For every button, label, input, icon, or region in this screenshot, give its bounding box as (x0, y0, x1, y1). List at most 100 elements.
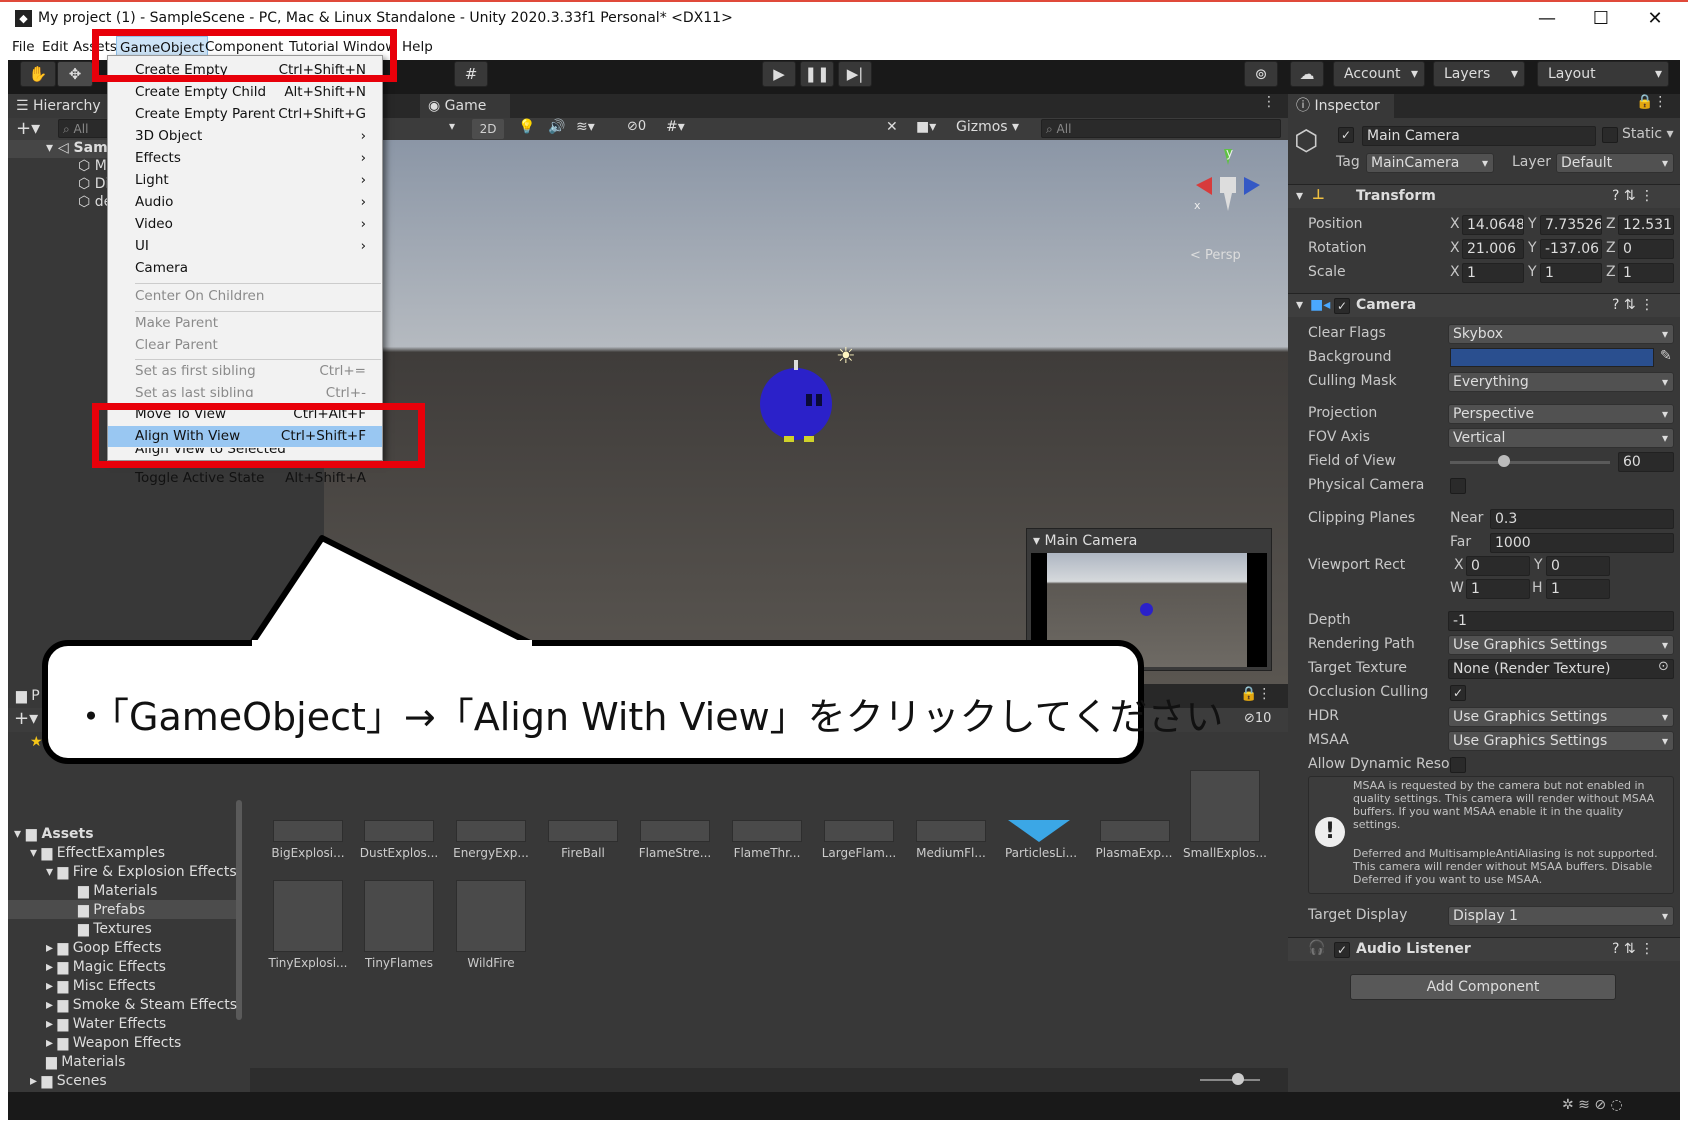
tree-item-misc-effects[interactable]: ▸ ▆ Misc Effects (46, 978, 156, 994)
rotation-x-field[interactable]: 21.006 (1462, 239, 1524, 259)
layers-dropdown[interactable]: Layers ▾ (1433, 61, 1525, 87)
menu-item-create-empty-parent[interactable]: Create Empty Parent Ctrl+Shift+G (108, 104, 382, 125)
lock-icon[interactable]: 🔒⋮ (1240, 686, 1271, 702)
menu-item-clear-parent[interactable]: Clear Parent (108, 335, 382, 356)
rotation-y-field[interactable]: -137.06 (1540, 239, 1602, 259)
asset-thumb[interactable] (1100, 820, 1170, 842)
asset-label[interactable]: FlameThr... (722, 846, 812, 860)
camera-icon[interactable]: ■▾ (916, 119, 936, 135)
status-icons[interactable]: ✲ ≋ ⊘ ◌ (1562, 1097, 1623, 1113)
asset-label[interactable]: FireBall (538, 846, 628, 860)
fov-slider-track[interactable] (1450, 461, 1610, 464)
menu-item-3d-object[interactable]: 3D Object › (108, 126, 382, 147)
scene-search-input[interactable]: ⌕ All (1041, 119, 1281, 138)
hierarchy-search-input[interactable]: ⌕ All (58, 119, 114, 138)
menu-item-make-parent[interactable]: Make Parent (108, 313, 382, 334)
tree-item-magic-effects[interactable]: ▸ ▆ Magic Effects (46, 959, 166, 975)
scale-y-field[interactable]: 1 (1540, 263, 1602, 283)
effects-icon[interactable]: ≋▾ (576, 119, 595, 135)
viewport-y-field[interactable]: 0 (1546, 556, 1610, 576)
asset-label[interactable]: FlameStre... (630, 846, 720, 860)
fov-axis-dropdown[interactable]: Vertical (1448, 428, 1674, 448)
scale-z-field[interactable]: 1 (1618, 263, 1674, 283)
position-y-field[interactable]: 7.73526 (1540, 215, 1602, 235)
scale-x-field[interactable]: 1 (1462, 263, 1524, 283)
grid-snap-button[interactable]: # (454, 61, 488, 87)
audio-listener-checkbox[interactable]: ✓ (1334, 942, 1350, 958)
tab-game[interactable]: ◉ Game (420, 94, 510, 118)
add-icon[interactable]: +▾ (16, 118, 40, 139)
asset-thumb[interactable] (824, 820, 894, 842)
help-icon[interactable]: ? ⇅ ⋮ (1612, 188, 1654, 204)
layout-dropdown[interactable]: Layout ▾ (1537, 61, 1669, 87)
maximize-button[interactable]: ☐ (1574, 2, 1628, 36)
pause-button[interactable]: ❚❚ (800, 61, 834, 87)
position-z-field[interactable]: 12.5313 (1618, 215, 1674, 235)
menu-item-effects[interactable]: Effects › (108, 148, 382, 169)
add-icon[interactable]: +▾ (14, 708, 38, 729)
asset-thumb[interactable] (640, 820, 710, 842)
tree-item-materials-2[interactable]: ▆ Materials (46, 1054, 125, 1070)
hdr-dropdown[interactable]: Use Graphics Settings (1448, 707, 1674, 727)
asset-thumb[interactable] (548, 820, 618, 842)
tree-item-smoke-steam[interactable]: ▸ ▆ Smoke & Steam Effects (46, 997, 237, 1013)
static-checkbox[interactable] (1602, 127, 1618, 143)
game-options-icon[interactable]: ⋮ (1262, 94, 1276, 110)
asset-label[interactable]: PlasmaExp... (1089, 846, 1179, 860)
asset-label[interactable]: TinyFlames (354, 956, 444, 970)
static-dropdown[interactable]: Static ▾ (1622, 126, 1674, 142)
asset-thumb[interactable] (364, 880, 434, 952)
far-field[interactable]: 1000 (1490, 533, 1674, 553)
tools-icon[interactable]: ✕ (886, 119, 898, 135)
clear-flags-dropdown[interactable]: Skybox (1448, 324, 1674, 344)
asset-thumb[interactable] (456, 880, 526, 952)
asset-label[interactable]: MediumFl... (906, 846, 996, 860)
tag-dropdown[interactable]: MainCamera (1366, 153, 1494, 173)
asset-label[interactable]: BigExplosi... (263, 846, 353, 860)
asset-label[interactable]: DustExplos... (354, 846, 444, 860)
target-texture-field[interactable]: None (Render Texture) (1448, 659, 1674, 679)
project-tree-scrollbar[interactable] (236, 800, 242, 1020)
chevron-down-icon[interactable]: ▾ (449, 119, 455, 133)
viewport-h-field[interactable]: 1 (1546, 579, 1610, 599)
tree-item-scenes[interactable]: ▸ ▆ Scenes (30, 1073, 107, 1089)
thumbnail-size-slider-handle[interactable] (1232, 1073, 1244, 1085)
grid-icon[interactable]: #▾ (666, 119, 685, 135)
tree-item-fire-explosion[interactable]: ▾ ▆ Fire & Explosion Effects (46, 864, 237, 880)
account-dropdown[interactable]: Account ▾ (1333, 61, 1425, 87)
close-button[interactable]: ✕ (1628, 2, 1682, 36)
help-icon[interactable]: ? ⇅ ⋮ (1612, 297, 1654, 313)
help-icon[interactable]: ? ⇅ ⋮ (1612, 941, 1654, 957)
asset-thumb[interactable] (732, 820, 802, 842)
asset-thumb[interactable] (364, 820, 434, 842)
viewport-x-field[interactable]: 0 (1466, 556, 1530, 576)
tree-item-assets[interactable]: ▾ ▆ Assets (14, 826, 94, 842)
asset-label[interactable]: TinyExplosi... (263, 956, 353, 970)
fov-field[interactable]: 60 (1618, 452, 1674, 472)
toggle-2d-button[interactable]: 2D (472, 119, 504, 139)
viewport-w-field[interactable]: 1 (1466, 579, 1530, 599)
cloud-button[interactable]: ☁ (1290, 61, 1324, 87)
active-checkbox[interactable]: ✓ (1338, 127, 1354, 143)
tree-item-materials[interactable]: ▆ Materials (78, 883, 157, 899)
menu-item-camera[interactable]: Camera (108, 258, 382, 279)
background-color-field[interactable] (1450, 348, 1654, 367)
camera-header[interactable]: ▾ ■◂ ✓ Camera ? ⇅ ⋮ (1288, 293, 1680, 317)
transform-header[interactable]: ▾ ⊥ Transform ? ⇅ ⋮ (1288, 184, 1680, 208)
menu-edit[interactable]: Edit (42, 39, 68, 55)
menu-item-create-empty-child[interactable]: Create Empty Child Alt+Shift+N (108, 82, 382, 103)
object-name-field[interactable]: Main Camera (1362, 126, 1596, 146)
hidden-objects-icon[interactable]: ⊘0 (627, 119, 646, 134)
menu-item-set-last-sibling[interactable]: Set as last sibling Ctrl+- (108, 383, 382, 397)
menu-item-toggle-active-state[interactable]: Toggle Active State Alt+Shift+A (108, 468, 382, 489)
asset-thumb[interactable] (456, 820, 526, 842)
add-component-button[interactable]: Add Component (1350, 974, 1616, 1000)
perspective-label[interactable]: < Persp (1190, 248, 1241, 263)
menu-help[interactable]: Help (402, 39, 433, 55)
rotation-z-field[interactable]: 0 (1618, 239, 1674, 259)
asset-thumb[interactable] (1190, 770, 1260, 842)
play-button[interactable]: ▶ (762, 61, 796, 87)
menu-file[interactable]: File (12, 39, 35, 55)
tree-item-weapon-effects[interactable]: ▸ ▆ Weapon Effects (46, 1035, 181, 1051)
gizmos-dropdown[interactable]: Gizmos ▾ (956, 119, 1019, 135)
